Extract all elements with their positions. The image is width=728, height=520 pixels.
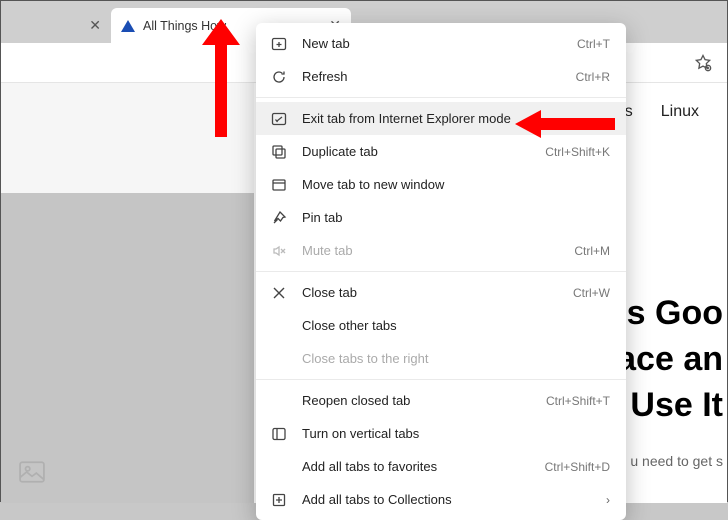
image-placeholder-icon xyxy=(19,461,45,483)
close-icon xyxy=(270,284,288,302)
menu-shortcut: Ctrl+T xyxy=(577,37,610,51)
refresh-icon xyxy=(270,68,288,86)
menu-item[interactable]: Add all tabs to Collections › xyxy=(256,483,626,516)
menu-item-label: Add all tabs to Collections xyxy=(302,492,592,507)
menu-shortcut: Ctrl+R xyxy=(576,70,610,84)
annotation-arrow-right xyxy=(515,106,615,142)
duplicate-icon xyxy=(270,143,288,161)
menu-item[interactable]: Pin tab xyxy=(256,201,626,234)
menu-item-label: Reopen closed tab xyxy=(302,393,532,408)
menu-separator xyxy=(256,271,626,272)
blank-icon xyxy=(270,392,288,410)
menu-item[interactable]: Close other tabs xyxy=(256,309,626,342)
menu-item: Mute tab Ctrl+M xyxy=(256,234,626,267)
menu-item[interactable]: Reopen closed tab Ctrl+Shift+T xyxy=(256,384,626,417)
menu-separator xyxy=(256,97,626,98)
menu-item-label: Close other tabs xyxy=(302,318,610,333)
ie-icon xyxy=(270,110,288,128)
menu-item[interactable]: Turn on vertical tabs xyxy=(256,417,626,450)
menu-item-label: Move tab to new window xyxy=(302,177,610,192)
menu-item-label: Pin tab xyxy=(302,210,610,225)
collections-icon xyxy=(270,491,288,509)
sidebar xyxy=(1,83,254,503)
blank-icon xyxy=(270,350,288,368)
chevron-right-icon: › xyxy=(606,493,610,507)
pin-icon xyxy=(270,209,288,227)
site-favicon-icon xyxy=(121,20,135,32)
tab-context-menu: New tabCtrl+TRefreshCtrl+RExit tab from … xyxy=(256,23,626,520)
blank-icon xyxy=(270,458,288,476)
favorites-icon[interactable] xyxy=(693,53,713,73)
menu-item[interactable]: New tab Ctrl+T xyxy=(256,27,626,60)
vtabs-icon xyxy=(270,425,288,443)
menu-item-label: Close tabs to the right xyxy=(302,351,610,366)
window-icon xyxy=(270,176,288,194)
menu-item[interactable]: Refresh Ctrl+R xyxy=(256,60,626,93)
menu-shortcut: Ctrl+M xyxy=(574,244,610,258)
menu-item[interactable]: Close tab Ctrl+W xyxy=(256,276,626,309)
menu-shortcut: Ctrl+W xyxy=(573,286,610,300)
nav-link[interactable]: Linux xyxy=(661,103,699,121)
annotation-arrow-up xyxy=(198,19,244,137)
menu-item-label: New tab xyxy=(302,36,563,51)
menu-item-label: Refresh xyxy=(302,69,562,84)
blank-icon xyxy=(270,317,288,335)
menu-item-label: Mute tab xyxy=(302,243,560,258)
menu-item-label: Add all tabs to favorites xyxy=(302,459,531,474)
menu-shortcut: Ctrl+Shift+T xyxy=(546,394,610,408)
menu-item-label: Close tab xyxy=(302,285,559,300)
menu-item: Close tabs to the right xyxy=(256,342,626,375)
inactive-tab[interactable]: ✕ xyxy=(1,8,111,43)
menu-item[interactable]: Move tab to new window xyxy=(256,168,626,201)
newtab-icon xyxy=(270,35,288,53)
menu-shortcut: Ctrl+Shift+D xyxy=(545,460,610,474)
menu-item-label: Turn on vertical tabs xyxy=(302,426,610,441)
menu-item-label: Duplicate tab xyxy=(302,144,531,159)
menu-shortcut: Ctrl+Shift+K xyxy=(545,145,610,159)
close-icon[interactable]: ✕ xyxy=(89,17,101,34)
mute-icon xyxy=(270,242,288,260)
menu-separator xyxy=(256,379,626,380)
menu-item[interactable]: Add all tabs to favorites Ctrl+Shift+D xyxy=(256,450,626,483)
